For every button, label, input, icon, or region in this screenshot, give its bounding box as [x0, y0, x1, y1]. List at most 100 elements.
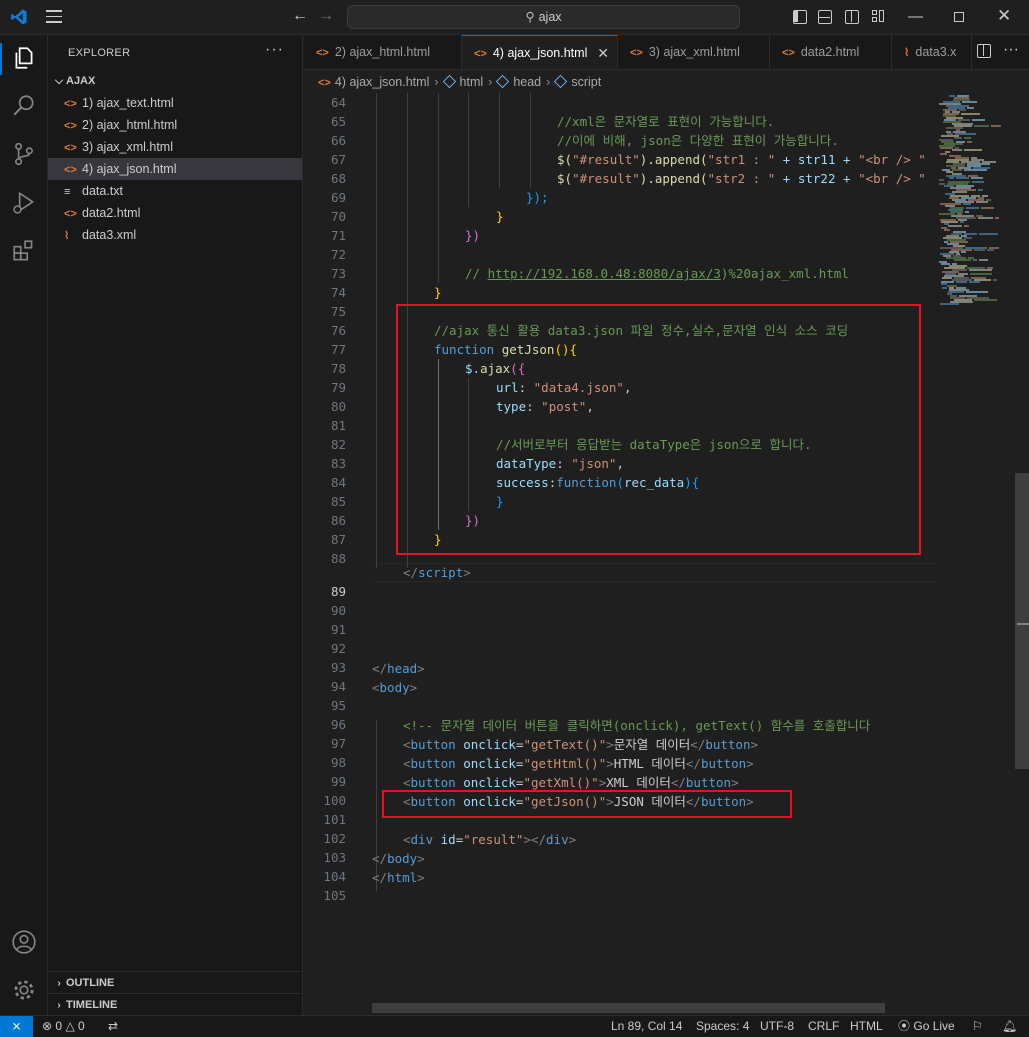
code-line-69: }); [526, 190, 549, 205]
vertical-scrollbar[interactable] [1015, 473, 1029, 769]
minimap-line [948, 225, 962, 227]
extensions-icon[interactable] [11, 238, 37, 264]
file-label: data2.html [82, 206, 141, 220]
ports-icon[interactable]: ⇄ [108, 1016, 118, 1037]
file-item[interactable]: <> 2) ajax_html.html [48, 114, 302, 136]
breadcrumb-head[interactable]: head [513, 75, 541, 89]
command-center-search[interactable]: ⚲ ajax [347, 5, 740, 29]
file-item[interactable]: <> data2.html [48, 202, 302, 224]
chevron-right-icon: › [57, 1000, 61, 1011]
code-line-67: $("#result").append("str1 : " + str11 + … [557, 152, 926, 167]
toggle-panel-icon[interactable] [818, 10, 832, 24]
back-arrow-icon[interactable]: ← [292, 7, 308, 25]
file-item-selected[interactable]: <> 4) ajax_json.html [48, 158, 302, 180]
minimap-line [969, 281, 980, 283]
breadcrumb-script[interactable]: script [571, 75, 601, 89]
encoding[interactable]: UTF-8 [760, 1016, 794, 1037]
timeline-section[interactable]: › TIMELINE [48, 993, 302, 1015]
xml-file-icon: ⌇ [904, 47, 910, 59]
file-item[interactable]: <> 3) ajax_xml.html [48, 136, 302, 158]
line-ending[interactable]: CRLF [808, 1016, 839, 1037]
minimap-line [993, 279, 997, 281]
tab-ajax-html[interactable]: <> 2) ajax_html.html [304, 35, 462, 69]
close-tab-icon[interactable]: ✕ [597, 36, 609, 69]
menu-icon[interactable] [46, 10, 62, 24]
file-item[interactable]: ≡ data.txt [48, 180, 302, 202]
minimap-line [966, 207, 979, 209]
tab-data2[interactable]: <> data2.html [770, 35, 892, 69]
line-number: 80 [330, 399, 346, 414]
notifications-bell-icon[interactable]: 🔔︎ [1002, 1016, 1017, 1037]
line-number: 67 [330, 152, 346, 167]
highlight-box-json-button [382, 790, 792, 818]
line-number: 95 [330, 698, 346, 713]
html-file-icon: <> [64, 120, 77, 132]
folder-ajax[interactable]: ⌵ AJAX [48, 70, 302, 92]
error-icon: ⊗ [42, 1019, 53, 1033]
feedback-icon[interactable]: ⚐ [972, 1016, 983, 1037]
section-label: OUTLINE [66, 977, 115, 989]
breadcrumb-file[interactable]: 4) ajax_json.html [335, 75, 430, 89]
go-live-button[interactable]: ⦿ Go Live [898, 1016, 955, 1037]
toggle-primary-sidebar-icon[interactable] [793, 10, 807, 24]
minimap-line [960, 221, 964, 223]
maximize-icon[interactable] [954, 12, 964, 22]
file-item[interactable]: <> 1) ajax_text.html [48, 92, 302, 114]
settings-gear-icon[interactable] [11, 977, 37, 1003]
code-line-105: </html> [372, 870, 425, 885]
minimap-line [961, 251, 966, 253]
line-number: 105 [323, 888, 346, 903]
code-editor[interactable]: 64 65 66 67 68 69 70 71 72 73 74 75 76 77 78 79 80 81 82 83… [304, 93, 1029, 1015]
code-line-66: //이에 비해, json은 다양한 표현이 가능합니다. [557, 133, 839, 148]
cursor-position[interactable]: Ln 89, Col 14 [611, 1016, 682, 1037]
html-file-icon: <> [316, 47, 329, 59]
minimap-line [979, 233, 998, 235]
code-line-89: </script> [403, 565, 471, 580]
problems-indicator[interactable]: ⊗ 0 △ 0 [42, 1016, 85, 1037]
toggle-secondary-sidebar-icon[interactable] [845, 10, 859, 24]
minimap-line [954, 137, 962, 139]
file-label: 2) ajax_html.html [82, 118, 178, 132]
forward-arrow-icon[interactable]: → [318, 7, 334, 25]
minimap-line [974, 125, 989, 127]
run-debug-icon[interactable] [11, 190, 37, 216]
file-label: 1) ajax_text.html [82, 96, 174, 110]
minimap-line [959, 109, 966, 111]
minimap-line [976, 201, 988, 203]
search-view-icon[interactable] [11, 93, 37, 119]
tab-ajax-xml[interactable]: <> 3) ajax_xml.html [618, 35, 770, 69]
close-window-icon[interactable]: ✕ [997, 6, 1011, 26]
minimap-line [967, 107, 974, 109]
code-line-73: // http://192.168.0.48:8080/ajax/3)%20aj… [465, 266, 849, 281]
line-number: 89 [330, 584, 346, 599]
horizontal-scrollbar[interactable] [372, 1003, 885, 1013]
minimap-line [972, 181, 984, 183]
chevron-right-icon: › [546, 75, 551, 89]
tab-data3[interactable]: ⌇ data3.x [892, 35, 972, 69]
source-control-icon[interactable] [11, 141, 37, 167]
line-number: 94 [330, 679, 346, 694]
remote-indicator-icon[interactable]: ⨯ [0, 1016, 33, 1037]
language-mode[interactable]: HTML [850, 1016, 883, 1037]
explorer-icon[interactable] [11, 45, 37, 71]
breadcrumb-html[interactable]: html [460, 75, 484, 89]
more-actions-icon[interactable]: ··· [265, 41, 284, 59]
indentation[interactable]: Spaces: 4 [696, 1016, 749, 1037]
split-editor-icon[interactable] [977, 44, 991, 58]
more-actions-icon[interactable]: ··· [1003, 41, 1019, 59]
minimize-icon[interactable]: — [908, 8, 923, 25]
line-number: 93 [330, 660, 346, 675]
accounts-icon[interactable] [11, 929, 37, 955]
customize-layout-icon[interactable] [872, 10, 886, 24]
minimap-line [973, 259, 977, 261]
outline-section[interactable]: › OUTLINE [48, 971, 302, 993]
tab-ajax-json[interactable]: <> 4) ajax_json.html ✕ [462, 35, 618, 69]
file-item[interactable]: ⌇ data3.xml [48, 224, 302, 246]
minimap-line [962, 101, 977, 103]
highlight-box-getjson-function [396, 304, 921, 555]
search-icon: ⚲ [525, 10, 535, 24]
minimap-line [974, 299, 997, 301]
minimap[interactable] [937, 93, 1017, 1015]
line-number: 73 [330, 266, 346, 281]
line-number: 71 [330, 228, 346, 243]
